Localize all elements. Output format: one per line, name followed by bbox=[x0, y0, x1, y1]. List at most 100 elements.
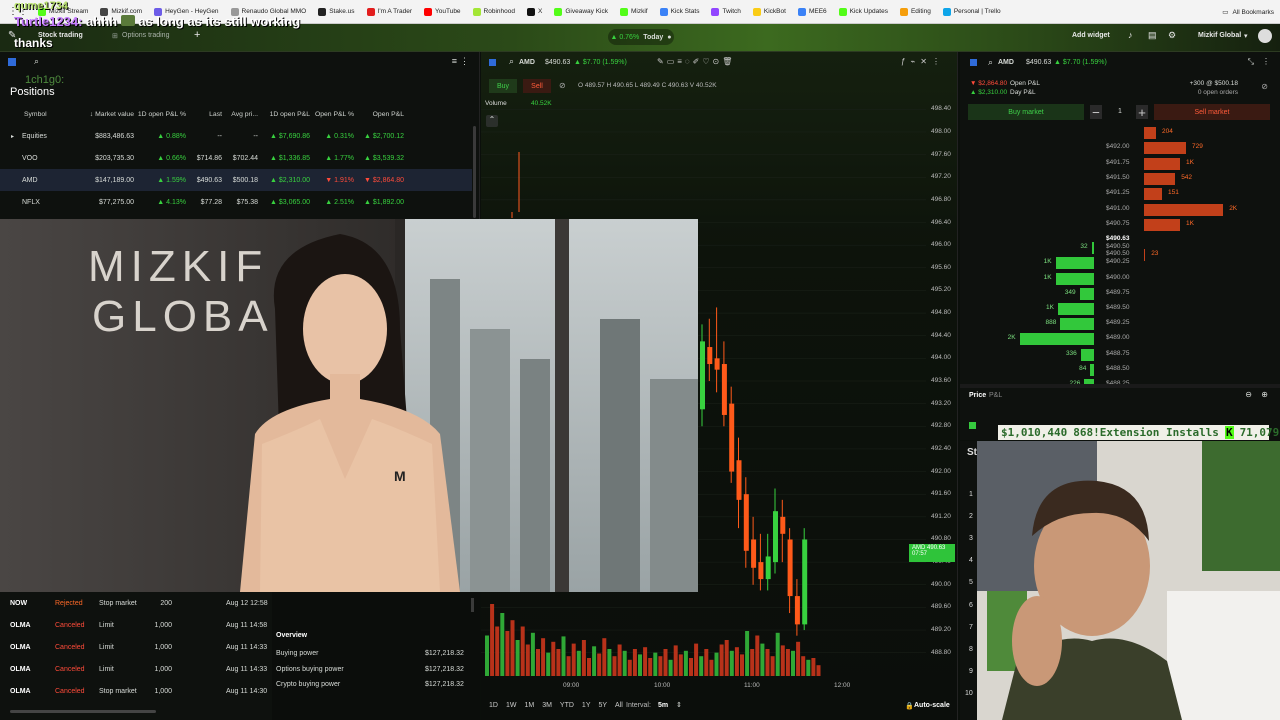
orderbook-ask-row[interactable]: $491.50 542 bbox=[960, 172, 1280, 186]
order-row[interactable]: OLMA Canceled Limit 1,000 Aug 11 14:58 bbox=[0, 614, 270, 636]
bookmark-item[interactable]: Stake.us bbox=[312, 7, 360, 16]
account-menu[interactable]: Mizkif Global bbox=[1198, 32, 1241, 39]
tab-options-trading[interactable]: Options trading bbox=[122, 32, 169, 39]
panel-color-icon[interactable] bbox=[970, 59, 977, 66]
orderbook-bid-row[interactable]: 349 $489.75 bbox=[960, 287, 1280, 301]
orderbook-ask-row[interactable]: $491.75 1K bbox=[960, 157, 1280, 171]
orders-scrollbar[interactable] bbox=[10, 710, 156, 713]
orderbook-ask-row[interactable]: $491.00 2K bbox=[960, 203, 1280, 217]
positions-column-header[interactable]: Open P&L % bbox=[310, 111, 354, 118]
panel-color-icon[interactable] bbox=[8, 58, 16, 66]
bookmark-item[interactable]: KickBot bbox=[747, 7, 792, 16]
candle-body[interactable] bbox=[751, 539, 757, 568]
bookmark-item[interactable]: Kick Stats bbox=[654, 7, 706, 16]
search-icon[interactable]: ⌕ bbox=[988, 57, 993, 68]
tab-price[interactable]: Price bbox=[969, 392, 986, 399]
bookmark-item[interactable]: Twitch bbox=[705, 7, 746, 16]
positions-column-header[interactable]: Last bbox=[186, 111, 222, 118]
positions-column-header[interactable]: Avg pri... bbox=[222, 111, 258, 118]
candle-body[interactable] bbox=[743, 494, 749, 551]
more-icon[interactable]: ⋮ bbox=[460, 56, 469, 67]
range-option[interactable]: 1Y bbox=[582, 702, 591, 709]
candle-body[interactable] bbox=[714, 358, 720, 370]
candle-body[interactable] bbox=[758, 562, 764, 580]
orderbook-ask-row[interactable]: $490.75 1K bbox=[960, 218, 1280, 232]
range-option[interactable]: 1W bbox=[506, 702, 517, 709]
candle-body[interactable] bbox=[794, 596, 800, 625]
bell-icon[interactable]: ♪ bbox=[1128, 30, 1133, 40]
bookmark-item[interactable]: Robinhood bbox=[467, 7, 521, 16]
candle-body[interactable] bbox=[765, 556, 771, 580]
bookmark-item[interactable]: Kick Updates bbox=[833, 7, 894, 16]
orderbook-bid-row[interactable]: 1K $489.50 bbox=[960, 302, 1280, 316]
order-row[interactable]: NOW Rejected Stop market 200 Aug 12 12:58 bbox=[0, 592, 270, 614]
zoom-in-icon[interactable]: ⊕ bbox=[1261, 390, 1268, 399]
expand-chevron-icon[interactable]: ▸ bbox=[11, 133, 14, 140]
bookmark-item[interactable]: Giveaway Kick bbox=[548, 7, 614, 16]
more-icon[interactable]: ⋮ bbox=[1262, 57, 1270, 66]
orderbook-bid-row[interactable]: 1K $490.25 bbox=[960, 256, 1280, 270]
orderbook-ask-row[interactable]: $491.25 151 bbox=[960, 187, 1280, 201]
orderbook-ask-row[interactable]: $492.00 729 bbox=[960, 141, 1280, 155]
bookmark-item[interactable]: Mizkif bbox=[614, 7, 654, 16]
add-widget-button[interactable]: Add widget bbox=[1072, 32, 1110, 39]
positions-column-header[interactable]: 1D open P&L bbox=[258, 111, 310, 118]
expand-icon[interactable]: ⤡ bbox=[1248, 57, 1254, 67]
zoom-out-icon[interactable]: ⊖ bbox=[1245, 390, 1252, 399]
tab-pnl[interactable]: P&L bbox=[989, 392, 1002, 399]
bookmark-item[interactable]: I'm A Trader bbox=[361, 7, 418, 16]
buy-market-button[interactable]: Buy market bbox=[968, 104, 1084, 120]
lock-icon[interactable]: 🔒 bbox=[905, 702, 914, 710]
positions-scrollbar[interactable] bbox=[473, 126, 476, 218]
positions-column-header[interactable]: Open P&L bbox=[354, 111, 404, 118]
notes-icon[interactable]: ▤ bbox=[1148, 30, 1157, 41]
overview-scrollbar[interactable] bbox=[471, 598, 474, 612]
positions-row[interactable]: NFLX $77,275.00 ▲ 4.13% $77.28 $75.38 ▲ $3,06… bbox=[0, 191, 472, 213]
bookmark-item[interactable]: Personal | Trello bbox=[937, 7, 1007, 16]
qty-plus-button[interactable]: + bbox=[1136, 105, 1148, 120]
gear-icon[interactable]: ⚙ bbox=[1168, 30, 1176, 41]
interval-select[interactable]: 5m bbox=[658, 702, 668, 709]
positions-row[interactable]: AMD $147,189.00 ▲ 1.59% $490.63 $500.18 ▲ $2,… bbox=[0, 169, 472, 191]
panel-color-icon[interactable] bbox=[969, 422, 976, 429]
add-tab-icon[interactable]: + bbox=[194, 29, 200, 41]
bookmark-item[interactable]: X bbox=[521, 7, 548, 16]
positions-column-header[interactable]: 1D open P&L % bbox=[134, 111, 186, 118]
range-option[interactable]: 1D bbox=[489, 702, 498, 709]
range-option[interactable]: YTD bbox=[560, 702, 574, 709]
range-option[interactable]: 3M bbox=[542, 702, 552, 709]
market-change-pill[interactable]: ▲ 0.76% Today ● bbox=[608, 29, 674, 45]
filter-icon[interactable]: ≡ bbox=[452, 56, 457, 66]
candle-body[interactable] bbox=[700, 341, 705, 410]
orderbook-bid-row[interactable]: 1K $490.00 bbox=[960, 272, 1280, 286]
bookmark-item[interactable]: YouTube bbox=[418, 7, 467, 16]
candle-body[interactable] bbox=[707, 347, 713, 365]
candle-body[interactable] bbox=[780, 516, 786, 534]
cancel-orders-icon[interactable]: ⊘ bbox=[1261, 82, 1268, 91]
qty-input[interactable]: 1 bbox=[1110, 108, 1130, 115]
sell-market-button[interactable]: Sell market bbox=[1154, 104, 1270, 120]
qty-minus-button[interactable]: − bbox=[1090, 105, 1102, 120]
positions-row[interactable]: VOO $203,735.30 ▲ 0.66% $714.86 $702.44 ▲ $1,… bbox=[0, 147, 472, 169]
positions-column-header[interactable]: Symbol bbox=[24, 111, 68, 118]
order-row[interactable]: OLMA Canceled Stop market 1,000 Aug 11 14:30 bbox=[0, 680, 270, 702]
search-icon[interactable]: ⌕ bbox=[34, 56, 39, 67]
orderbook-bid-row[interactable]: 84 $488.50 bbox=[960, 363, 1280, 377]
orderbook-bid-row[interactable]: 336 $488.75 bbox=[960, 348, 1280, 362]
order-row[interactable]: OLMA Canceled Limit 1,000 Aug 11 14:33 bbox=[0, 636, 270, 658]
orderbook-bid-row[interactable]: 32 $490.50 bbox=[960, 241, 1280, 255]
order-row[interactable]: OLMA Canceled Limit 1,000 Aug 11 14:33 bbox=[0, 658, 270, 680]
positions-column-header[interactable]: ↓ Market value bbox=[68, 111, 134, 118]
bookmark-item[interactable]: MEE6 bbox=[792, 7, 833, 16]
range-option[interactable]: 1M bbox=[524, 702, 534, 709]
range-option[interactable]: 5Y bbox=[598, 702, 607, 709]
candle-body[interactable] bbox=[736, 460, 742, 500]
orderbook-bid-row[interactable]: 2K $489.00 bbox=[960, 332, 1280, 346]
range-option[interactable]: All bbox=[615, 702, 623, 709]
avatar[interactable] bbox=[1258, 29, 1272, 43]
autoscale-toggle[interactable]: Auto-scale bbox=[914, 702, 950, 709]
candle-body[interactable] bbox=[787, 539, 793, 597]
all-bookmarks-button[interactable]: ▭ All Bookmarks bbox=[1222, 0, 1274, 24]
orderbook-symbol[interactable]: AMD bbox=[998, 59, 1014, 66]
bookmark-item[interactable]: Editing bbox=[894, 7, 937, 16]
